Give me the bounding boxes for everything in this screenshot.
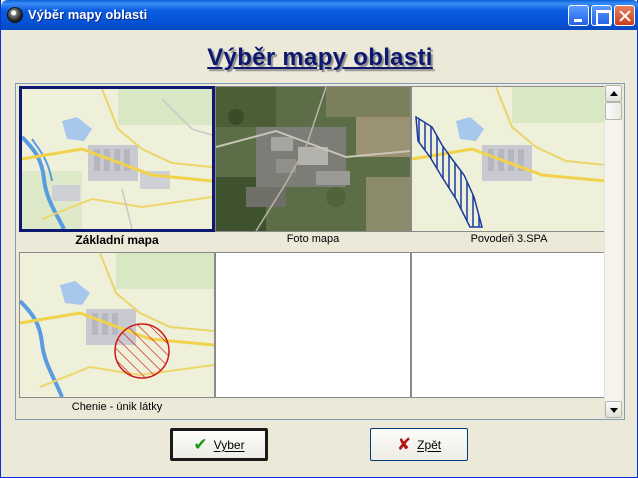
base-map-thumbnail [22, 89, 212, 229]
window-title: Výběr mapy oblasti [28, 7, 148, 22]
map-tile-empty[interactable] [411, 252, 607, 398]
minimize-button[interactable] [568, 5, 589, 26]
back-button-label: Zpět [417, 437, 442, 452]
select-button-label: Vyber [213, 437, 245, 452]
cross-icon: ✘ [396, 435, 412, 454]
dialog-window: Výběr mapy oblasti Výběr mapy oblasti Zá… [0, 0, 638, 478]
map-tile-flood[interactable] [411, 86, 607, 232]
map-tile-aerial[interactable] [215, 86, 411, 232]
map-caption-leak: Chenie - únik látky [71, 401, 163, 413]
maximize-button[interactable] [591, 5, 612, 26]
select-button[interactable]: ✔ Vyber [170, 428, 268, 461]
vertical-scrollbar[interactable] [604, 85, 622, 418]
map-tile-empty[interactable] [215, 252, 411, 398]
page-title: Výběr mapy oblasti [207, 44, 433, 71]
map-caption-flood: Povodeň 3.SPA [470, 233, 548, 245]
leak-map-thumbnail [20, 253, 214, 397]
map-tile-leak[interactable] [19, 252, 215, 398]
back-button[interactable]: ✘ Zpět [370, 428, 468, 461]
map-tile-base[interactable] [19, 86, 215, 232]
scroll-up-button[interactable] [605, 85, 622, 102]
check-icon: ✔ [193, 435, 208, 454]
map-caption-aerial: Foto mapa [286, 233, 340, 245]
aerial-photo-thumbnail [216, 87, 410, 231]
title-bar[interactable]: Výběr mapy oblasti [1, 0, 638, 30]
scroll-down-button[interactable] [605, 401, 622, 418]
flood-map-thumbnail [412, 87, 606, 231]
close-button[interactable] [614, 5, 635, 26]
map-gallery: Základní mapa Foto mapa Povodeň 3.SPA Ch… [15, 83, 625, 420]
app-icon [7, 7, 23, 23]
scroll-thumb[interactable] [605, 102, 622, 120]
map-caption-base: Základní mapa [75, 233, 159, 247]
